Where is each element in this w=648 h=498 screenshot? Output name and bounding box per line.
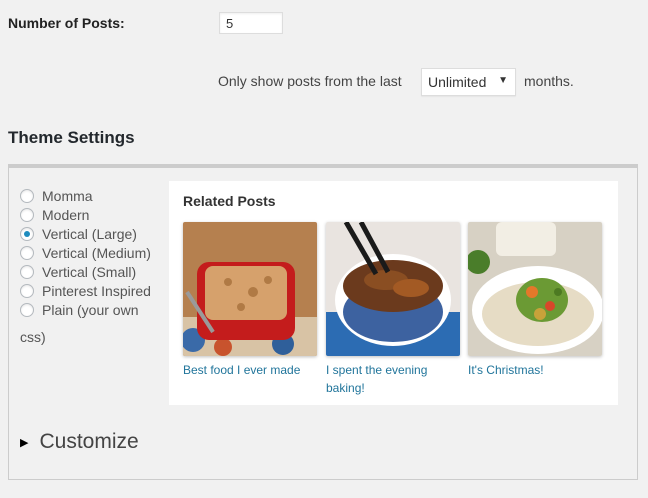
post-caption-link[interactable]: Best food I ever made: [183, 361, 317, 379]
theme-option-vertical-small[interactable]: Vertical (Small): [20, 262, 136, 281]
number-of-posts-label: Number of Posts:: [8, 15, 125, 31]
number-of-posts-input[interactable]: [219, 12, 283, 34]
radio-icon[interactable]: [20, 188, 34, 203]
radio-icon[interactable]: [20, 302, 34, 317]
customize-label: Customize: [39, 430, 139, 453]
related-posts-title: Related Posts: [183, 193, 276, 209]
radio-icon[interactable]: [20, 264, 34, 279]
related-posts-preview: Related Posts Best food I ever made I sp…: [169, 181, 618, 405]
chevron-down-icon: ▼: [498, 75, 508, 86]
post-caption-link[interactable]: It's Christmas!: [468, 361, 602, 379]
months-prefix-text: Only show posts from the last: [218, 73, 402, 89]
theme-option-label: Vertical (Small): [42, 263, 137, 280]
theme-option-label: Vertical (Medium): [42, 244, 151, 261]
triangle-right-icon: ▶: [20, 436, 29, 449]
theme-option-plain[interactable]: Plain (your own: [20, 300, 139, 319]
theme-option-label: Momma: [42, 187, 93, 204]
post-thumbnail-salad[interactable]: [468, 222, 602, 356]
radio-checked-icon[interactable]: [20, 226, 34, 241]
radio-icon[interactable]: [20, 283, 34, 298]
theme-option-label: Vertical (Large): [42, 225, 137, 242]
theme-option-pinterest-inspired[interactable]: Pinterest Inspired: [20, 281, 151, 300]
theme-option-modern[interactable]: Modern: [20, 205, 89, 224]
theme-settings-heading: Theme Settings: [8, 128, 135, 147]
post-caption-link[interactable]: I spent the evening baking!: [326, 361, 460, 397]
theme-settings-panel: Momma Modern Vertical (Large) Vertical (…: [8, 164, 638, 480]
theme-option-momma[interactable]: Momma: [20, 186, 93, 205]
months-select-value: Unlimited: [428, 74, 487, 90]
theme-option-vertical-large[interactable]: Vertical (Large): [20, 224, 137, 243]
theme-option-label: Pinterest Inspired: [42, 282, 151, 299]
months-suffix-text: months.: [524, 73, 574, 89]
radio-icon[interactable]: [20, 245, 34, 260]
theme-option-vertical-medium[interactable]: Vertical (Medium): [20, 243, 151, 262]
post-thumbnail-beef-bowl[interactable]: [326, 222, 460, 356]
months-select[interactable]: Unlimited ▼: [421, 68, 516, 96]
theme-option-label: Plain (your own: [42, 301, 139, 318]
post-thumbnail-crumble[interactable]: [183, 222, 317, 356]
customize-toggle[interactable]: ▶ Customize: [20, 430, 139, 454]
theme-option-label: Modern: [42, 206, 90, 223]
theme-option-plain-continuation: css): [20, 329, 46, 345]
radio-icon[interactable]: [20, 207, 34, 222]
